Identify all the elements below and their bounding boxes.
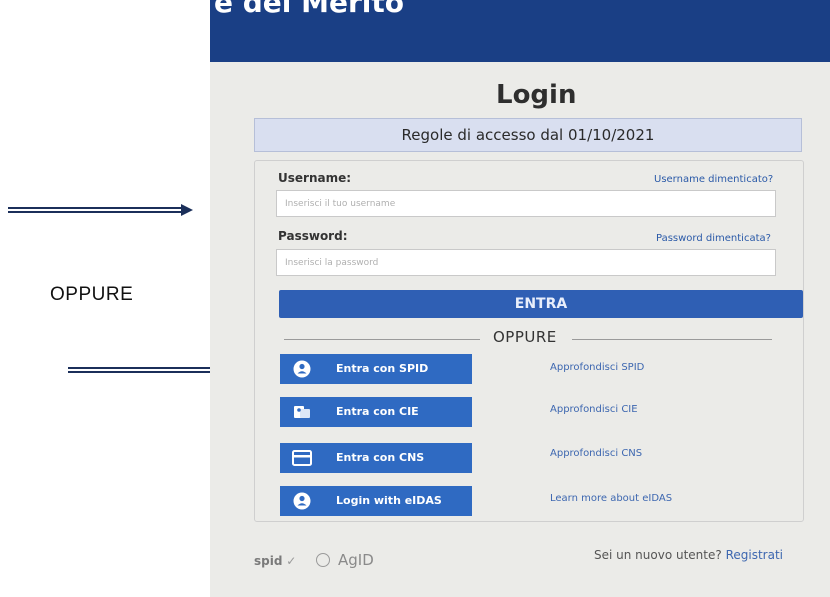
check-icon: ✓ [286, 554, 297, 568]
spid-login-button[interactable]: Entra con SPID [280, 354, 472, 384]
learn-cns-link[interactable]: Approfondisci CNS [550, 448, 642, 459]
cie-login-button[interactable]: Entra con CIE [280, 397, 472, 427]
agid-circle-icon [316, 553, 331, 567]
register-prompt: Sei un nuovo utente? Registrati [594, 548, 783, 562]
oppure-annotation: OPPURE [50, 284, 134, 305]
id-card-icon [292, 403, 312, 421]
oppure-divider: OPPURE [493, 328, 557, 346]
divider-line-left [284, 339, 480, 340]
learn-cie-link[interactable]: Approfondisci CIE [550, 404, 638, 415]
eidas-login-button[interactable]: Login with eIDAS [280, 486, 472, 516]
user-icon [292, 360, 312, 378]
password-label: Password: [278, 229, 348, 243]
entra-button[interactable]: ENTRA [279, 290, 803, 318]
cns-login-button[interactable]: Entra con CNS [280, 443, 472, 473]
learn-eidas-link[interactable]: Learn more about eIDAS [550, 493, 672, 504]
site-header: e del Merito [210, 0, 830, 62]
spid-logo: spid [254, 554, 283, 568]
spid-login-label: Entra con SPID [336, 362, 429, 375]
register-link[interactable]: Registrati [726, 548, 783, 562]
cie-login-label: Entra con CIE [336, 405, 419, 418]
access-rules-link[interactable]: Regole di accesso dal 01/10/2021 [254, 118, 802, 152]
eidas-login-label: Login with eIDAS [336, 494, 442, 507]
username-input[interactable]: Inserisci il tuo username [276, 190, 776, 217]
page-title: Login [496, 80, 577, 110]
learn-spid-link[interactable]: Approfondisci SPID [550, 362, 644, 373]
cns-login-label: Entra con CNS [336, 451, 425, 464]
footer-logos: spid ✓ AgID [254, 551, 374, 569]
username-label: Username: [278, 171, 352, 185]
arrow-to-username [8, 202, 193, 221]
password-input[interactable]: Inserisci la password [276, 249, 776, 276]
login-screen-photo: e del Merito Login Regole di accesso dal… [210, 0, 830, 597]
divider-line-right [572, 339, 772, 340]
new-user-text: Sei un nuovo utente? [594, 548, 722, 562]
agid-logo: AgID [337, 551, 374, 569]
password-forgot-link[interactable]: Password dimenticata? [656, 233, 771, 244]
username-forgot-link[interactable]: Username dimenticato? [654, 174, 773, 185]
card-icon [292, 449, 312, 467]
header-title: e del Merito [214, 0, 404, 19]
user-icon [292, 492, 312, 510]
